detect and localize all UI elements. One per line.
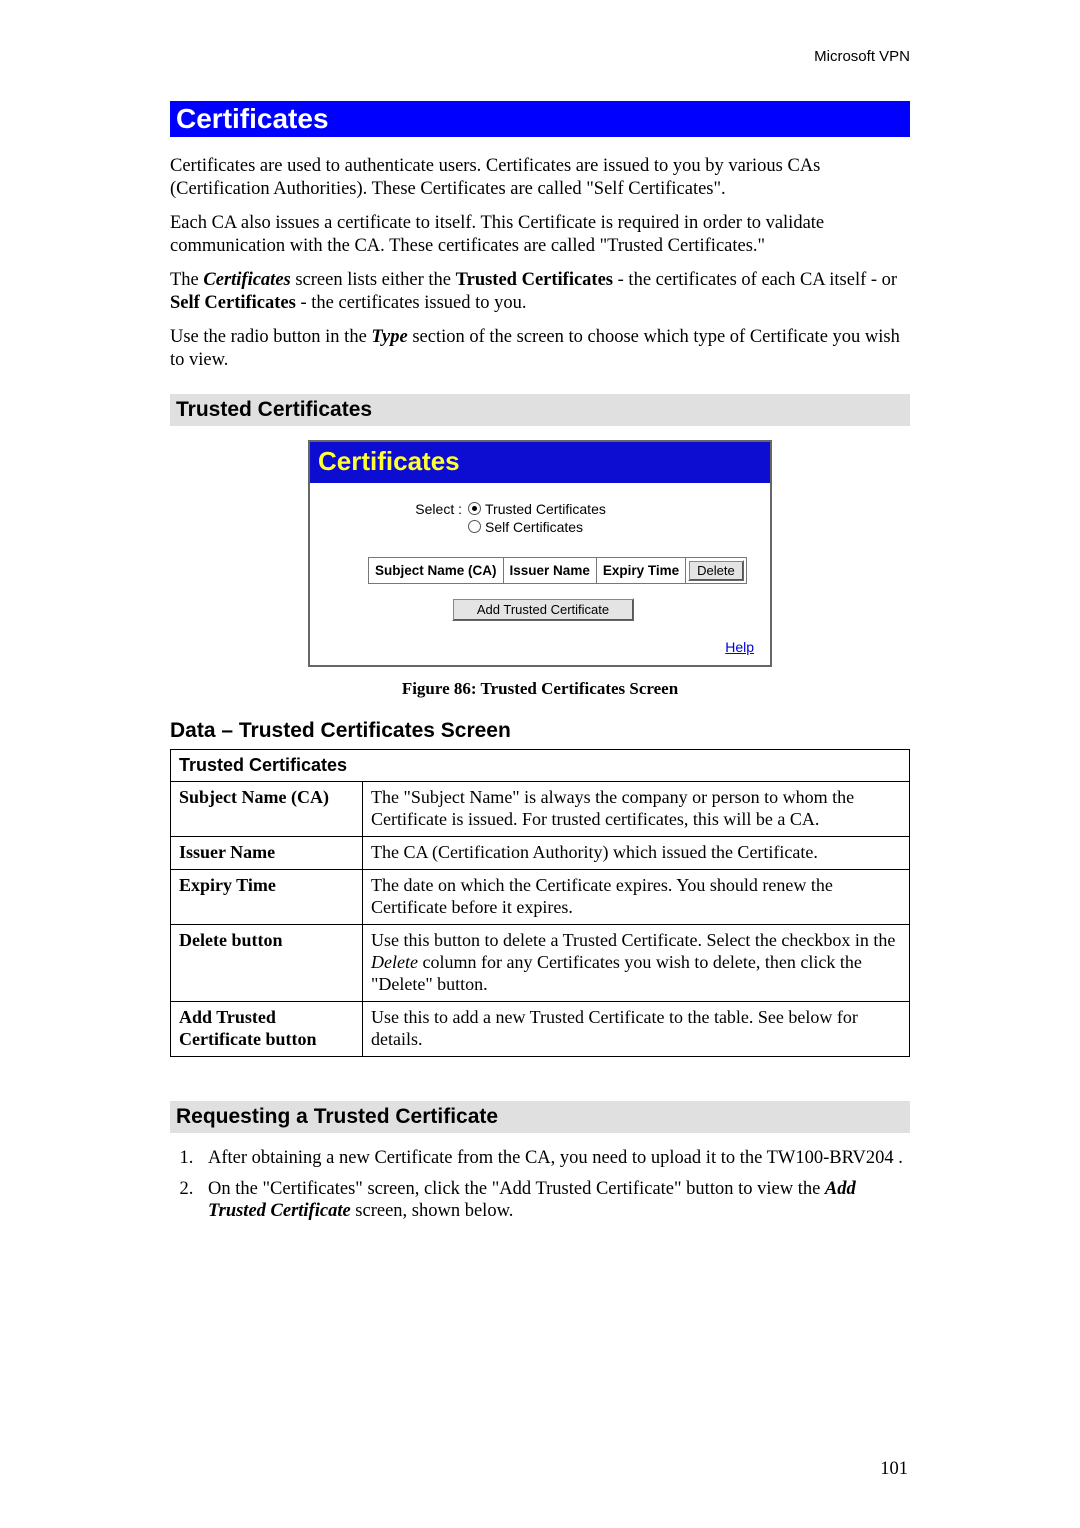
section-data-trusted: Data – Trusted Certificates Screen: [170, 719, 910, 743]
delete-button[interactable]: Delete: [688, 560, 744, 581]
select-label: Select :: [326, 501, 468, 517]
radio-self-icon[interactable]: [468, 520, 481, 533]
certificates-screen-para: The Certificates screen lists either the…: [170, 269, 910, 314]
table-row: Issuer Name The CA (Certification Author…: [171, 837, 910, 870]
row-label: Issuer Name: [171, 837, 363, 870]
col-expiry-time: Expiry Time: [596, 557, 685, 583]
table-row: Subject Name (CA) The "Subject Name" is …: [171, 782, 910, 837]
row-desc: The "Subject Name" is always the company…: [363, 782, 910, 837]
page: Microsoft VPN Certificates Certificates …: [0, 0, 1080, 1528]
row-label: Delete button: [171, 925, 363, 1002]
col-issuer-name: Issuer Name: [503, 557, 596, 583]
data-table: Trusted Certificates Subject Name (CA) T…: [170, 749, 910, 1057]
row-label: Add Trusted Certificate button: [171, 1002, 363, 1057]
radio-trusted-label: Trusted Certificates: [485, 501, 606, 517]
row-label: Expiry Time: [171, 870, 363, 925]
help-link[interactable]: Help: [725, 639, 754, 655]
section-requesting-trusted: Requesting a Trusted Certificate: [170, 1101, 910, 1133]
intro-para-2: Each CA also issues a certificate to its…: [170, 212, 910, 257]
data-table-header: Trusted Certificates: [171, 749, 910, 782]
section-trusted-certificates: Trusted Certificates: [170, 394, 910, 426]
page-title: Certificates: [170, 101, 910, 137]
figure-caption: Figure 86: Trusted Certificates Screen: [170, 679, 910, 699]
row-desc: The CA (Certification Authority) which i…: [363, 837, 910, 870]
row-desc: Use this to add a new Trusted Certificat…: [363, 1002, 910, 1057]
row-label: Subject Name (CA): [171, 782, 363, 837]
certificates-screenshot: Certificates Select : Trusted Certificat…: [308, 440, 772, 667]
radio-self-label: Self Certificates: [485, 519, 583, 535]
list-item: On the "Certificates" screen, click the …: [198, 1178, 910, 1223]
table-row: Expiry Time The date on which the Certif…: [171, 870, 910, 925]
table-row: Delete button Use this button to delete …: [171, 925, 910, 1002]
row-desc: The date on which the Certificate expire…: [363, 870, 910, 925]
screenshot-title: Certificates: [310, 442, 770, 483]
row-desc: Use this button to delete a Trusted Cert…: [363, 925, 910, 1002]
trusted-cert-table: Subject Name (CA) Issuer Name Expiry Tim…: [368, 557, 747, 584]
radio-hint-para: Use the radio button in the Type section…: [170, 326, 910, 371]
list-item: After obtaining a new Certificate from t…: [198, 1147, 910, 1170]
intro-para-1: Certificates are used to authenticate us…: [170, 155, 910, 200]
radio-trusted-icon[interactable]: [468, 502, 481, 515]
doc-header-right: Microsoft VPN: [170, 48, 910, 65]
col-subject-name: Subject Name (CA): [369, 557, 504, 583]
page-number: 101: [880, 1459, 908, 1480]
add-trusted-certificate-button[interactable]: Add Trusted Certificate: [452, 598, 634, 621]
steps-list: After obtaining a new Certificate from t…: [170, 1147, 910, 1223]
table-row: Add Trusted Certificate button Use this …: [171, 1002, 910, 1057]
